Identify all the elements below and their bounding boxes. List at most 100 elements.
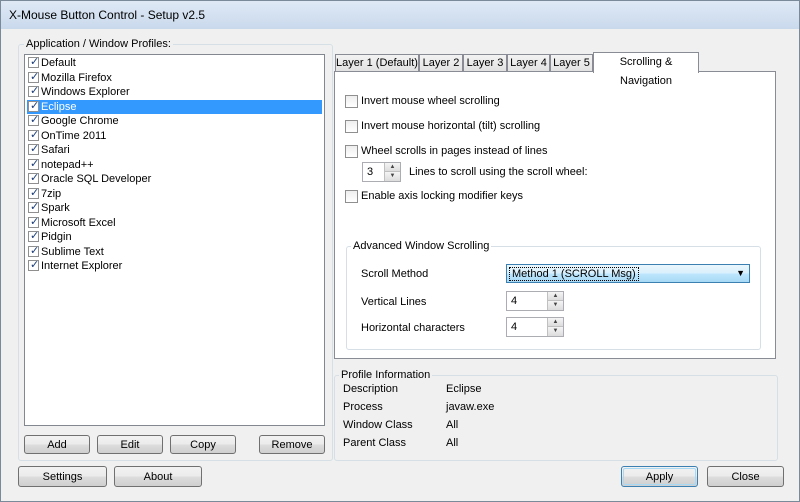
scroll-method-select[interactable]: Method 1 (SCROLL Msg) ▼ xyxy=(506,264,750,283)
profile-list-item[interactable]: ✓ Oracle SQL Developer xyxy=(27,172,322,186)
profile-checkbox[interactable]: ✓ xyxy=(28,85,39,97)
lines-to-scroll-label: Lines to scroll using the scroll wheel: xyxy=(409,166,588,178)
invert-tilt-label: Invert mouse horizontal (tilt) scrolling xyxy=(361,120,541,132)
advanced-scrolling-title: Advanced Window Scrolling xyxy=(351,240,492,252)
invert-tilt-checkbox[interactable] xyxy=(345,120,358,133)
profile-item-label: Eclipse xyxy=(41,100,77,113)
profile-checkbox[interactable]: ✓ xyxy=(28,56,39,68)
spin-down-icon[interactable]: ▼ xyxy=(548,301,563,310)
edit-profile-button[interactable]: Edit xyxy=(97,435,163,454)
profile-checkbox[interactable]: ✓ xyxy=(28,244,40,257)
profile-info-value: javaw.exe xyxy=(446,401,495,413)
profile-list-item[interactable]: ✓ Microsoft Excel xyxy=(27,216,322,230)
profile-checkbox[interactable]: ✓ xyxy=(28,215,40,228)
profile-list-item[interactable]: ✓ Pidgin xyxy=(27,230,322,244)
profile-list-item[interactable]: ✓ notepad++ xyxy=(27,158,322,172)
profile-checkbox[interactable]: ✓ xyxy=(28,158,39,170)
profiles-list[interactable]: ✓ Default ✓ Mozilla Firefox ✓ Windows Explore… xyxy=(24,54,325,426)
spin-up-icon[interactable]: ▲ xyxy=(548,292,563,301)
spin-down-icon[interactable]: ▼ xyxy=(548,327,563,336)
invert-wheel-checkbox[interactable] xyxy=(345,95,358,108)
profile-checkbox[interactable]: ✓ xyxy=(28,201,39,213)
checkmark-icon: ✓ xyxy=(30,172,40,184)
profile-info-title: Profile Information xyxy=(339,369,433,381)
spin-up-icon[interactable]: ▲ xyxy=(548,318,563,327)
profile-info-value: All xyxy=(446,419,459,431)
lines-to-scroll-value[interactable]: 3 xyxy=(367,166,373,178)
profile-item-label: Microsoft Excel xyxy=(41,216,116,229)
spin-down-icon[interactable]: ▼ xyxy=(385,172,400,181)
profile-item-label: 7zip xyxy=(41,187,62,200)
tab-layer-2[interactable]: Layer 2 xyxy=(419,54,463,71)
profile-item-label: Mozilla Firefox xyxy=(41,71,112,84)
scroll-method-label: Scroll Method xyxy=(361,268,429,280)
title-bar[interactable]: X-Mouse Button Control - Setup v2.5 xyxy=(1,1,799,29)
tab-layer-3[interactable]: Layer 3 xyxy=(463,54,507,71)
profile-info-label: Window Class xyxy=(343,419,413,431)
profile-list-item[interactable]: ✓ Mozilla Firefox xyxy=(27,71,322,85)
profile-list-item[interactable]: ✓ Default xyxy=(27,56,322,70)
checkmark-icon: ✓ xyxy=(30,128,40,141)
profile-list-item[interactable]: ✓ 7zip xyxy=(27,187,322,201)
profile-checkbox[interactable]: ✓ xyxy=(28,186,40,199)
about-button[interactable]: About xyxy=(114,466,202,487)
scroll-method-value: Method 1 (SCROLL Msg) xyxy=(509,267,639,281)
horizontal-chars-value[interactable]: 4 xyxy=(511,321,517,333)
checkmark-icon: ✓ xyxy=(30,244,40,257)
profile-checkbox[interactable]: ✓ xyxy=(28,230,39,242)
profile-checkbox[interactable]: ✓ xyxy=(28,100,39,112)
vertical-lines-value[interactable]: 4 xyxy=(511,295,517,307)
tab-layer-4[interactable]: Layer 4 xyxy=(507,54,550,71)
chevron-down-icon[interactable]: ▼ xyxy=(736,268,745,278)
profile-checkbox[interactable]: ✓ xyxy=(28,143,40,155)
profile-checkbox[interactable]: ✓ xyxy=(28,114,40,126)
profile-list-item[interactable]: ✓ Safari xyxy=(27,143,322,157)
profile-list-item[interactable]: ✓ Google Chrome xyxy=(27,114,322,128)
vertical-lines-spinner[interactable]: 4 ▲ ▼ xyxy=(506,291,564,311)
profile-checkbox[interactable]: ✓ xyxy=(28,70,40,83)
profile-item-label: Windows Explorer xyxy=(41,86,130,98)
profile-list-item[interactable]: ✓ Spark xyxy=(27,201,322,215)
checkmark-icon: ✓ xyxy=(30,143,40,155)
profile-checkbox[interactable]: ✓ xyxy=(28,172,40,184)
profile-item-label: Default xyxy=(41,57,76,69)
tab-layer-1[interactable]: Layer 1 (Default) xyxy=(335,54,419,71)
tab-scrolling-navigation[interactable]: Scrolling & Navigation xyxy=(593,52,699,87)
checkmark-icon: ✓ xyxy=(30,70,40,83)
main-window: X-Mouse Button Control - Setup v2.5 Appl… xyxy=(0,0,800,502)
profile-checkbox[interactable]: ✓ xyxy=(28,128,40,141)
horizontal-chars-spinner[interactable]: 4 ▲ ▼ xyxy=(506,317,564,337)
profile-list-item[interactable]: ✓ Windows Explorer xyxy=(27,85,322,99)
profile-checkbox[interactable]: ✓ xyxy=(28,259,40,271)
profile-item-label: Sublime Text xyxy=(41,245,104,258)
apply-button[interactable]: Apply xyxy=(621,466,698,487)
profile-list-item[interactable]: ✓ Eclipse xyxy=(27,99,322,114)
copy-profile-button[interactable]: Copy xyxy=(170,435,236,454)
profile-item-label: OnTime 2011 xyxy=(41,129,107,142)
spin-up-icon[interactable]: ▲ xyxy=(385,163,400,172)
add-profile-button[interactable]: Add xyxy=(24,435,90,454)
profile-item-label: Google Chrome xyxy=(41,115,119,127)
invert-wheel-label: Invert mouse wheel scrolling xyxy=(361,95,500,107)
lines-to-scroll-spinner[interactable]: 3 ▲ ▼ xyxy=(362,162,401,182)
remove-profile-button[interactable]: Remove xyxy=(259,435,325,454)
profile-info-label: Process xyxy=(343,401,383,413)
close-button[interactable]: Close xyxy=(707,466,784,487)
profile-info-label: Parent Class xyxy=(343,437,406,449)
axis-locking-checkbox[interactable] xyxy=(345,190,358,203)
profile-list-item[interactable]: ✓ OnTime 2011 xyxy=(27,129,322,143)
settings-button[interactable]: Settings xyxy=(18,466,107,487)
checkmark-icon: ✓ xyxy=(30,215,40,228)
profile-item-label: Pidgin xyxy=(41,231,72,243)
vertical-lines-label: Vertical Lines xyxy=(361,296,427,308)
window-title: X-Mouse Button Control - Setup v2.5 xyxy=(9,8,206,22)
profile-info-value: All xyxy=(446,437,459,449)
checkmark-icon: ✓ xyxy=(30,186,40,199)
profile-list-item[interactable]: ✓ Internet Explorer xyxy=(27,259,322,273)
checkmark-icon: ✓ xyxy=(30,259,40,271)
tab-layer-5[interactable]: Layer 5 xyxy=(550,54,593,71)
wheel-pages-checkbox[interactable] xyxy=(345,145,358,158)
profile-list-item[interactable]: ✓ Sublime Text xyxy=(27,245,322,259)
checkmark-icon: ✓ xyxy=(30,114,40,126)
axis-locking-label: Enable axis locking modifier keys xyxy=(361,190,524,202)
